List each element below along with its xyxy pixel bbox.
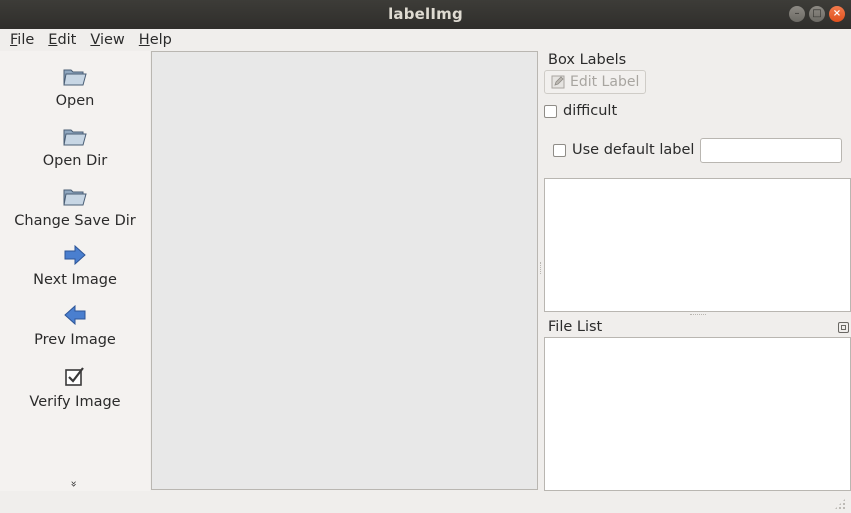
close-icon: × (832, 8, 842, 19)
window-title: labelImg (388, 5, 463, 23)
menu-help[interactable]: Help (139, 32, 172, 48)
window-titlebar: labelImg – □ × (0, 0, 851, 29)
dock-splitter[interactable] (690, 314, 706, 317)
folder-icon (62, 123, 88, 149)
canvas-dock-splitter[interactable] (540, 262, 543, 274)
change-save-dir-label: Change Save Dir (14, 213, 136, 229)
folder-icon (62, 63, 88, 89)
file-list[interactable] (544, 337, 851, 491)
difficult-checkbox[interactable] (544, 105, 557, 118)
verify-image-label: Verify Image (29, 394, 121, 410)
open-label: Open (55, 93, 95, 109)
change-save-dir-button[interactable]: Change Save Dir (0, 183, 150, 241)
next-image-label: Next Image (33, 272, 117, 288)
next-image-button[interactable]: Next Image (0, 242, 150, 300)
toolbar-overflow-chevron-icon[interactable]: » (67, 479, 80, 489)
status-bar (0, 491, 851, 513)
use-default-label-checkbox[interactable] (553, 144, 566, 157)
arrow-right-icon (62, 242, 88, 268)
dock-float-icon[interactable] (838, 322, 849, 333)
edit-label-text: Edit Label (570, 74, 640, 90)
box-labels-title: Box Labels (548, 52, 627, 68)
maximize-button[interactable]: □ (809, 6, 825, 22)
prev-image-button[interactable]: Prev Image (0, 302, 150, 360)
minimize-button[interactable]: – (789, 6, 805, 22)
image-canvas[interactable] (151, 51, 538, 490)
arrow-left-icon (62, 302, 88, 328)
folder-icon (62, 183, 88, 209)
maximize-icon: □ (812, 8, 822, 19)
open-dir-label: Open Dir (42, 153, 108, 169)
open-button[interactable]: Open (0, 63, 150, 121)
prev-image-label: Prev Image (34, 332, 116, 348)
menu-file[interactable]: File (10, 32, 34, 48)
open-dir-button[interactable]: Open Dir (0, 123, 150, 181)
pencil-icon (551, 75, 565, 89)
checkbox-checked-icon (62, 364, 88, 390)
tools-toolbar: Open Open Dir Change Save Dir Next Image (0, 51, 150, 491)
default-label-input[interactable] (700, 138, 842, 163)
file-list-title: File List (548, 319, 603, 335)
edit-label-button[interactable]: Edit Label (544, 70, 646, 94)
menu-edit[interactable]: Edit (48, 32, 76, 48)
minimize-icon: – (794, 8, 800, 19)
difficult-label: difficult (563, 103, 618, 119)
label-list[interactable] (544, 178, 851, 312)
use-default-label-text: Use default label (572, 142, 695, 158)
verify-image-button[interactable]: Verify Image (0, 364, 150, 422)
close-button[interactable]: × (829, 6, 845, 22)
menu-view[interactable]: View (90, 32, 124, 48)
menu-bar: File Edit View Help (0, 29, 851, 51)
